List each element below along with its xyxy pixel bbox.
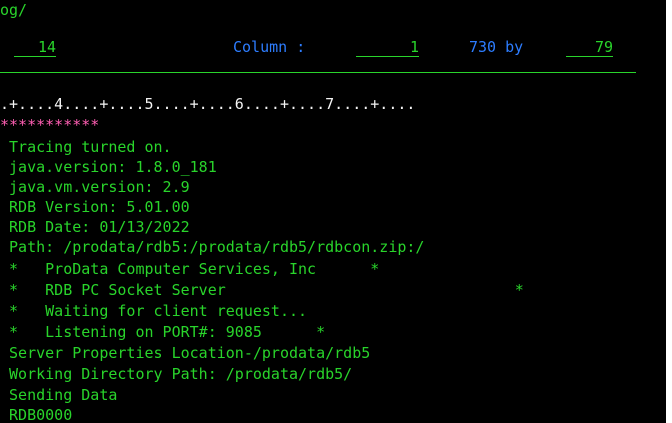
log-line: Server Properties Location-/prodata/rdb5 — [0, 344, 371, 362]
log-line: Working Directory Path: /prodata/rdb5/ — [0, 365, 353, 383]
terminal-window: og/ 14 Column : 1 730 by 79 .+....4....+… — [0, 0, 672, 423]
log-line: RDB0000 — [0, 406, 73, 423]
log-line: Path: /prodata/rdb5:/prodata/rdb5/rdbcon… — [0, 238, 425, 256]
column-input[interactable]: 1 — [356, 37, 419, 57]
log-line: RDB Version: 5.01.00 — [0, 198, 190, 216]
log-line: Sending Data — [0, 386, 118, 404]
header-divider — [0, 72, 636, 73]
log-line: * ProData Computer Services, Inc * — [0, 260, 380, 278]
path-fragment: og/ — [0, 1, 28, 19]
record-input[interactable]: 14 — [14, 37, 56, 57]
log-line: * Waiting for client request... — [0, 302, 308, 320]
column-label: Column : — [233, 38, 306, 56]
star-separator: *********** — [0, 116, 100, 134]
terminal-screen: og/ 14 Column : 1 730 by 79 .+....4....+… — [0, 0, 666, 423]
log-line: Tracing turned on. — [0, 138, 172, 156]
log-line: * Listening on PORT#: 9085 * — [0, 323, 326, 341]
width-input[interactable]: 79 — [566, 37, 613, 57]
log-line: * RDB PC Socket Server * — [0, 281, 524, 299]
log-line: RDB Date: 01/13/2022 — [0, 218, 190, 236]
log-line: java.version: 1.8.0_181 — [0, 158, 217, 176]
column-ruler: .+....4....+....5....+....6....+....7...… — [0, 95, 416, 113]
log-line: java.vm.version: 2.9 — [0, 178, 190, 196]
size-label: 730 by — [469, 38, 524, 56]
